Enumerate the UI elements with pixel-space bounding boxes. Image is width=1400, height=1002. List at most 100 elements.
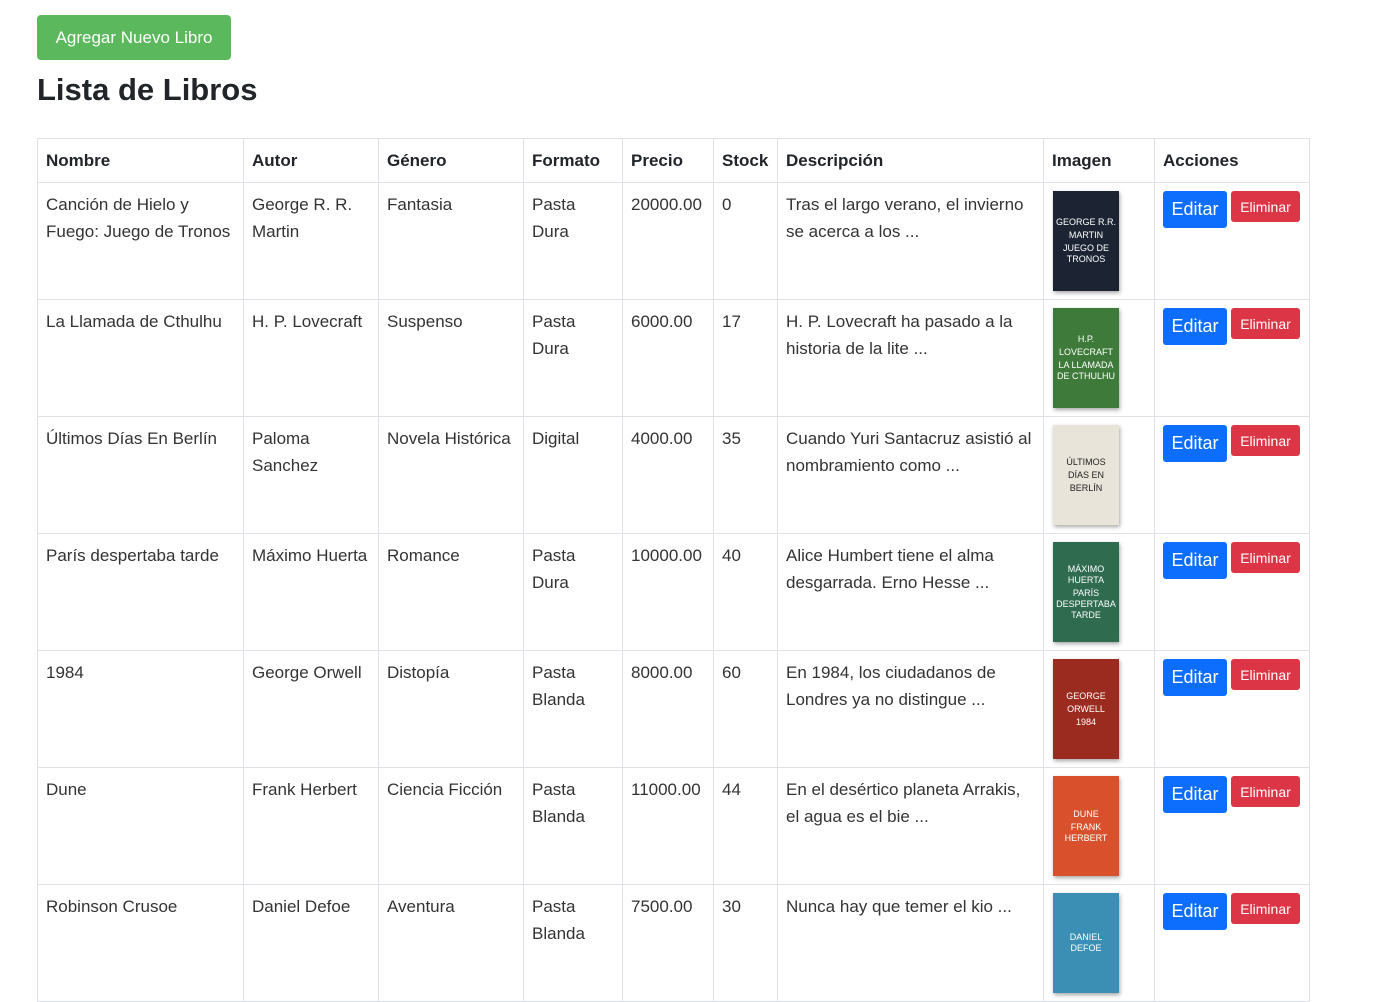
cover-text: 1984	[1075, 716, 1097, 727]
cover-text: FRANK HERBERT	[1064, 821, 1108, 843]
cell-descripcion: Cuando Yuri Santacruz asistió al nombram…	[777, 416, 1044, 534]
header-nombre: Nombre	[37, 138, 244, 183]
cell-acciones: Editar Eliminar	[1154, 650, 1310, 768]
delete-button[interactable]: Eliminar	[1231, 308, 1300, 339]
edit-button[interactable]: Editar	[1163, 191, 1227, 228]
cover-text: JUEGO DE TRONOS	[1062, 243, 1109, 264]
row-actions: Editar Eliminar	[1163, 425, 1301, 462]
cell-precio: 8000.00	[622, 650, 714, 768]
book-cover-image: MÁXIMO HUERTA PARÍS DESPERTABA TARDE	[1053, 542, 1119, 642]
cover-text: GEORGE R.R.	[1055, 217, 1116, 227]
cell-acciones: Editar Eliminar	[1154, 416, 1310, 534]
book-cover-image: GEORGE R.R. MARTIN JUEGO DE TRONOS	[1053, 191, 1119, 291]
table-row: Robinson Crusoe Daniel Defoe Aventura Pasta…	[37, 884, 1310, 1002]
header-autor: Autor	[243, 138, 379, 183]
row-actions: Editar Eliminar	[1163, 542, 1301, 579]
table-header-row: Nombre Autor Género Formato Precio Stock…	[37, 138, 1310, 183]
cell-descripcion: En el desértico planeta Arrakis, el agua…	[777, 767, 1044, 885]
edit-button[interactable]: Editar	[1163, 542, 1227, 579]
add-book-button[interactable]: Agregar Nuevo Libro	[37, 15, 231, 60]
cell-imagen: MÁXIMO HUERTA PARÍS DESPERTABA TARDE	[1043, 533, 1155, 651]
table-row: Últimos Días En Berlín Paloma Sanchez Nove…	[37, 416, 1310, 534]
delete-button[interactable]: Eliminar	[1231, 191, 1300, 222]
book-cover-image: H.P. LOVECRAFT LA LLAMADA DE CTHULHU	[1053, 308, 1119, 408]
cell-imagen: GEORGE ORWELL 1984	[1043, 650, 1155, 768]
book-cover-image: DUNE FRANK HERBERT	[1053, 776, 1119, 876]
cell-formato: Pasta Blanda	[523, 884, 623, 1002]
edit-button[interactable]: Editar	[1163, 776, 1227, 813]
cover-text: MÁXIMO HUERTA	[1067, 563, 1105, 585]
cell-acciones: Editar Eliminar	[1154, 182, 1310, 300]
delete-button[interactable]: Eliminar	[1231, 893, 1300, 924]
delete-button[interactable]: Eliminar	[1231, 659, 1300, 690]
table-row: Canción de Hielo y Fuego: Juego de Trono…	[37, 182, 1310, 300]
header-acciones: Acciones	[1154, 138, 1310, 183]
edit-button[interactable]: Editar	[1163, 893, 1227, 930]
cell-nombre: La Llamada de Cthulhu	[37, 299, 244, 417]
row-actions: Editar Eliminar	[1163, 191, 1301, 228]
cell-nombre: 1984	[37, 650, 244, 768]
cell-imagen: GEORGE R.R. MARTIN JUEGO DE TRONOS	[1043, 182, 1155, 300]
cell-precio: 20000.00	[622, 182, 714, 300]
edit-button[interactable]: Editar	[1163, 425, 1227, 462]
cover-text: DUNE	[1073, 808, 1099, 819]
cell-genero: Fantasia	[378, 182, 524, 300]
cell-autor: Paloma Sanchez	[243, 416, 379, 534]
cell-nombre: Robinson Crusoe	[37, 884, 244, 1002]
book-cover-image: DANIEL DEFOE	[1053, 893, 1119, 993]
header-formato: Formato	[523, 138, 623, 183]
delete-button[interactable]: Eliminar	[1231, 425, 1300, 456]
cell-genero: Aventura	[378, 884, 524, 1002]
books-table: Nombre Autor Género Formato Precio Stock…	[37, 138, 1310, 1002]
header-precio: Precio	[622, 138, 714, 183]
cell-nombre: Canción de Hielo y Fuego: Juego de Trono…	[37, 182, 244, 300]
cell-genero: Romance	[378, 533, 524, 651]
cell-precio: 10000.00	[622, 533, 714, 651]
cell-imagen: DANIEL DEFOE	[1043, 884, 1155, 1002]
cell-descripcion: Nunca hay que temer el kio ...	[777, 884, 1044, 1002]
cell-precio: 7500.00	[622, 884, 714, 1002]
row-actions: Editar Eliminar	[1163, 893, 1301, 930]
header-descripcion: Descripción	[777, 138, 1044, 183]
book-cover-image: GEORGE ORWELL 1984	[1053, 659, 1119, 759]
row-actions: Editar Eliminar	[1163, 776, 1301, 813]
cell-formato: Digital	[523, 416, 623, 534]
cell-acciones: Editar Eliminar	[1154, 299, 1310, 417]
cell-autor: Frank Herbert	[243, 767, 379, 885]
cell-stock: 60	[713, 650, 778, 768]
cell-descripcion: Tras el largo verano, el invierno se ace…	[777, 182, 1044, 300]
cover-text: ÚLTIMOS	[1066, 456, 1106, 467]
cell-autor: Daniel Defoe	[243, 884, 379, 1002]
cell-descripcion: Alice Humbert tiene el alma desgarrada. …	[777, 533, 1044, 651]
edit-button[interactable]: Editar	[1163, 308, 1227, 345]
cover-text: GEORGE	[1066, 690, 1106, 701]
delete-button[interactable]: Eliminar	[1231, 776, 1300, 807]
cover-text: BERLÍN	[1069, 482, 1103, 493]
cell-autor: H. P. Lovecraft	[243, 299, 379, 417]
cell-descripcion: H. P. Lovecraft ha pasado a la historia …	[777, 299, 1044, 417]
cell-genero: Suspenso	[378, 299, 524, 417]
delete-button[interactable]: Eliminar	[1231, 542, 1300, 573]
cell-imagen: H.P. LOVECRAFT LA LLAMADA DE CTHULHU	[1043, 299, 1155, 417]
cover-text: DÍAS EN	[1067, 469, 1104, 480]
table-row: La Llamada de Cthulhu H. P. Lovecraft Susp…	[37, 299, 1310, 417]
cell-autor: George Orwell	[243, 650, 379, 768]
cell-genero: Distopía	[378, 650, 524, 768]
cell-stock: 44	[713, 767, 778, 885]
cell-formato: Pasta Blanda	[523, 767, 623, 885]
cell-autor: Máximo Huerta	[243, 533, 379, 651]
table-row: París despertaba tarde Máximo Huerta Roman…	[37, 533, 1310, 651]
cover-text: MARTIN	[1068, 230, 1104, 240]
edit-button[interactable]: Editar	[1163, 659, 1227, 696]
cell-precio: 6000.00	[622, 299, 714, 417]
table-row: Dune Frank Herbert Ciencia Ficción Pasta Bl…	[37, 767, 1310, 885]
cell-formato: Pasta Dura	[523, 182, 623, 300]
cell-acciones: Editar Eliminar	[1154, 884, 1310, 1002]
cell-descripcion: En 1984, los ciudadanos de Londres ya no…	[777, 650, 1044, 768]
cover-text: ORWELL	[1067, 703, 1105, 714]
cell-imagen: ÚLTIMOS DÍAS EN BERLÍN	[1043, 416, 1155, 534]
cell-nombre: Últimos Días En Berlín	[37, 416, 244, 534]
book-cover-image: ÚLTIMOS DÍAS EN BERLÍN	[1053, 425, 1119, 525]
cell-stock: 17	[713, 299, 778, 417]
cell-genero: Novela Histórica	[378, 416, 524, 534]
